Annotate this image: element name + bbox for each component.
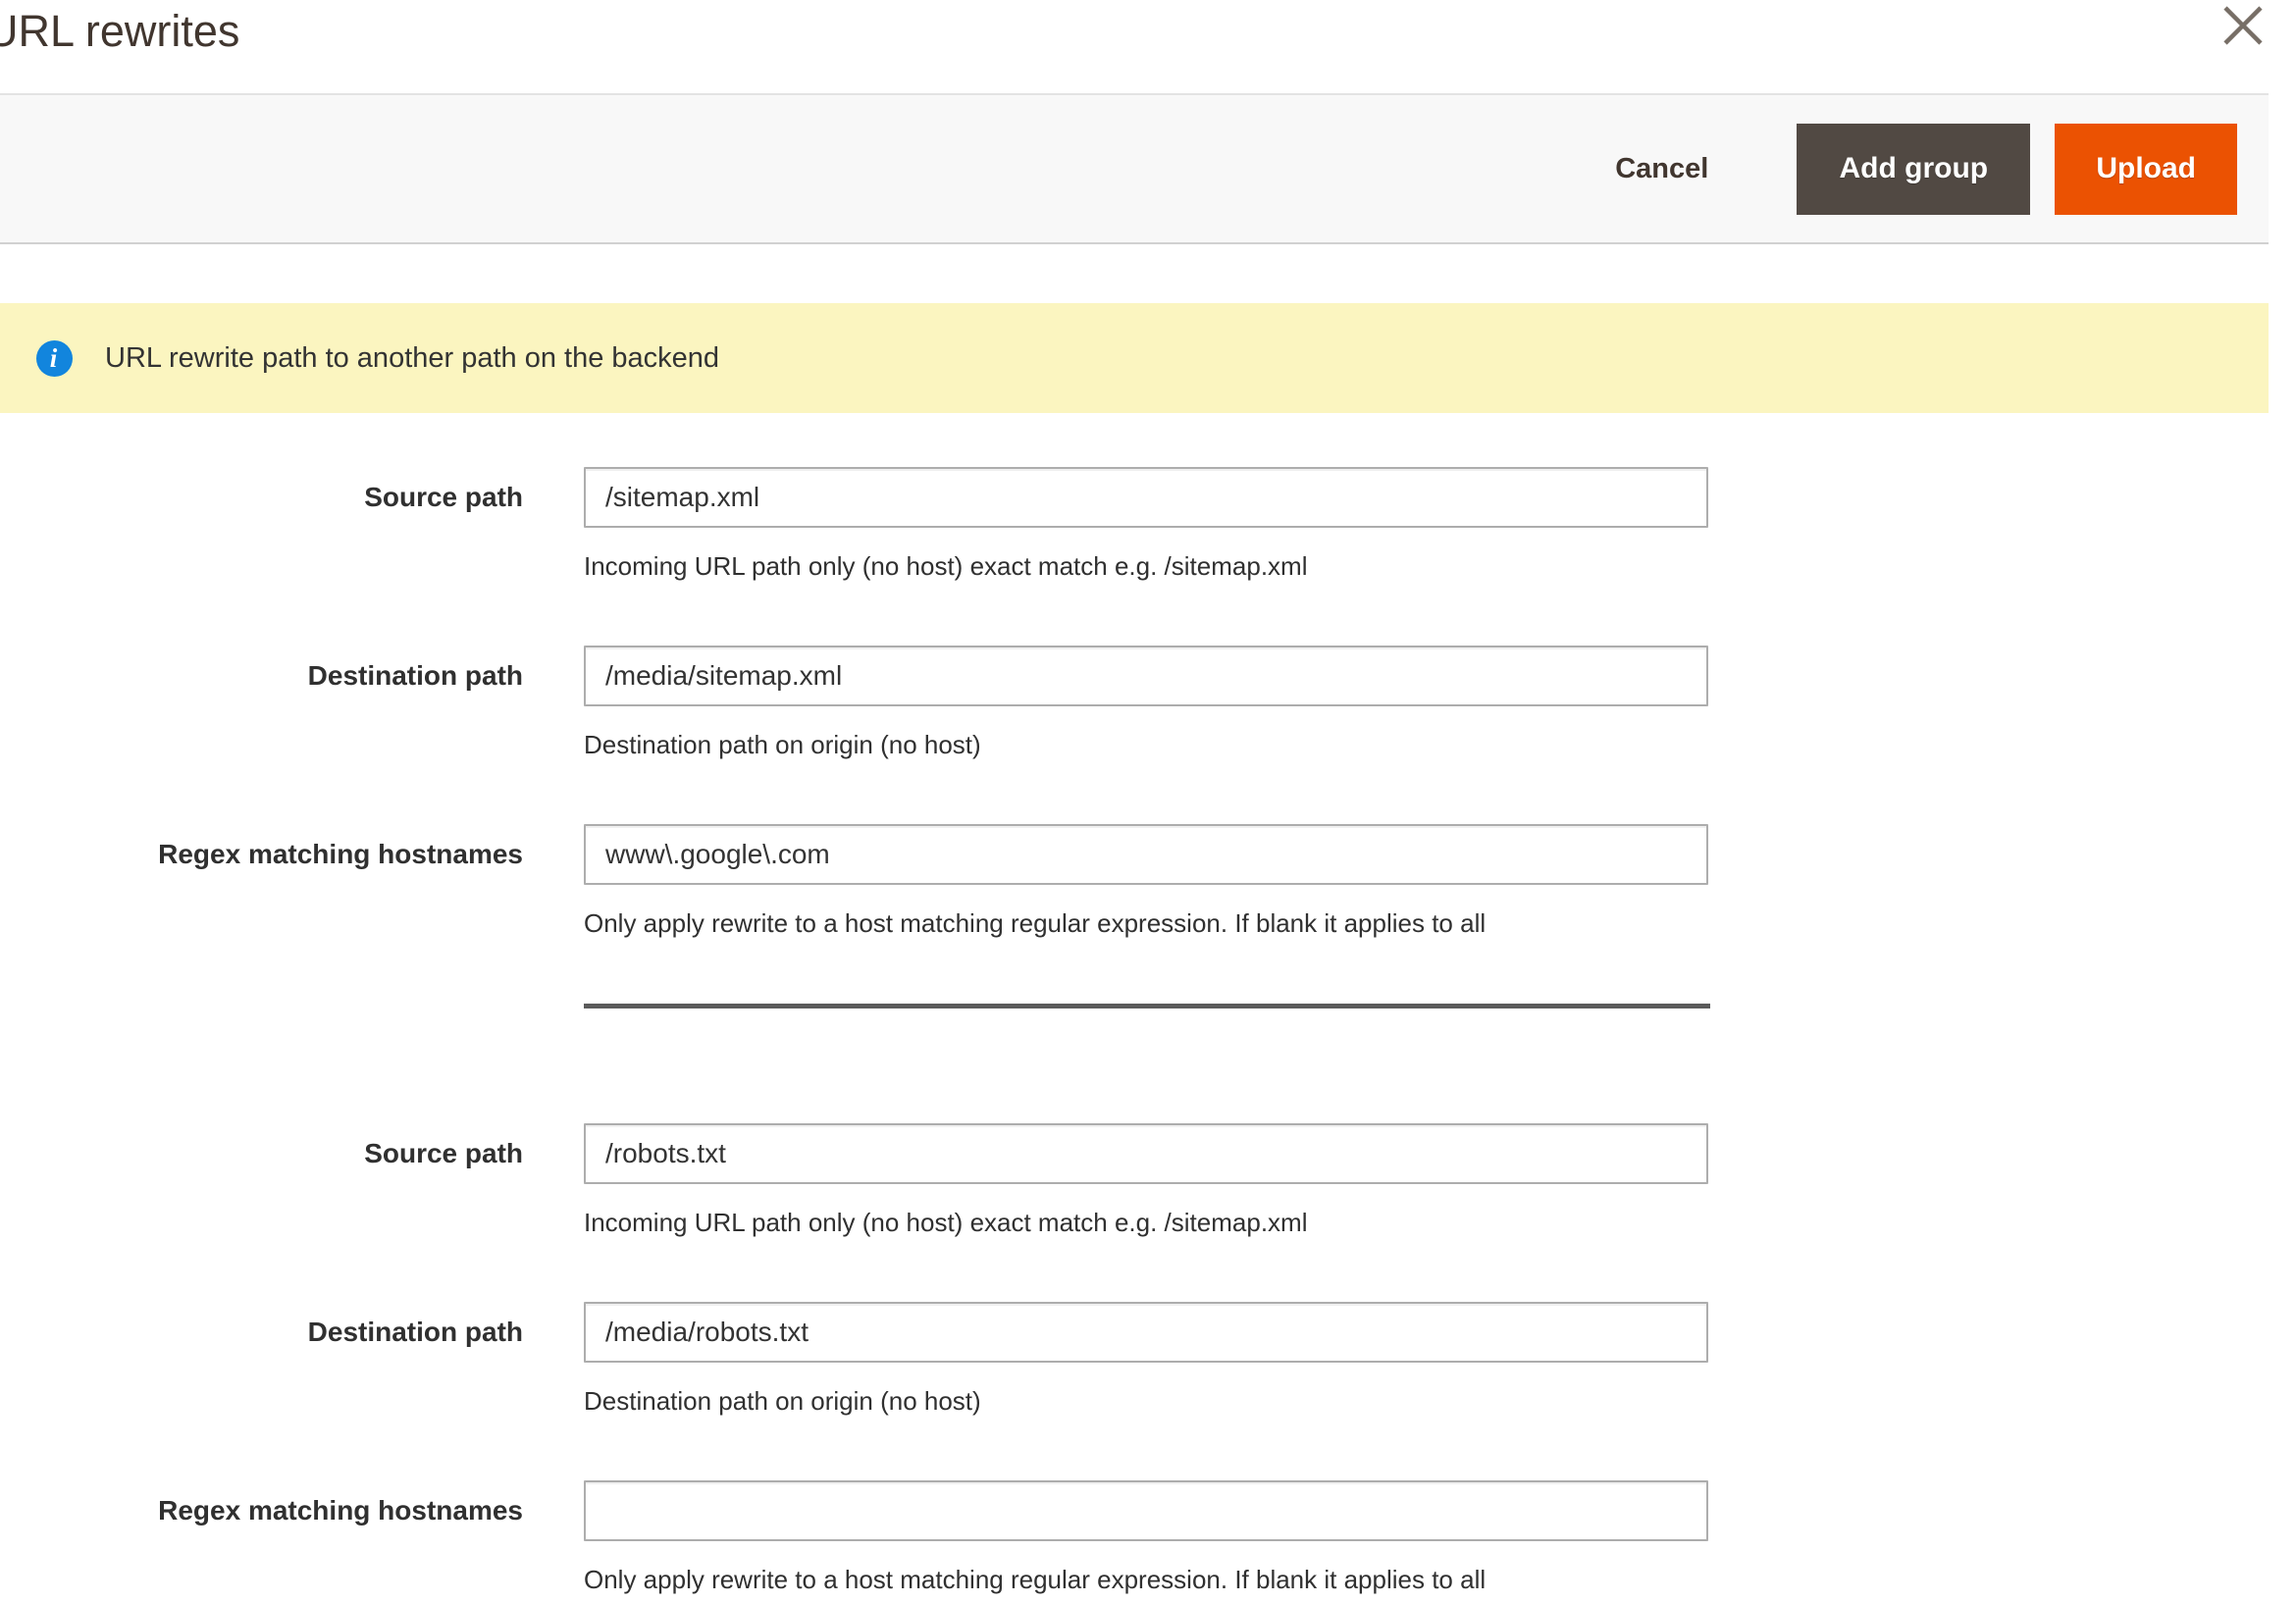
add-group-button[interactable]: Add group <box>1797 123 2031 215</box>
regex-hostnames-label: Regex matching hostnames <box>158 839 523 869</box>
close-icon <box>2223 6 2263 45</box>
field-control: Only apply rewrite to a host matching re… <box>584 824 1708 938</box>
regex-hostnames-input[interactable] <box>584 1480 1708 1541</box>
source-path-hint: Incoming URL path only (no host) exact m… <box>584 1208 1308 1237</box>
field-control: Destination path on origin (no host) <box>584 646 1708 759</box>
form-row-regex-hostnames: Regex matching hostnames Only apply rewr… <box>0 824 2296 938</box>
modal-header: URL rewrites <box>0 0 2296 93</box>
destination-path-hint: Destination path on origin (no host) <box>584 730 981 759</box>
form-row-destination-path: Destination path Destination path on ori… <box>0 1302 2296 1416</box>
info-banner-text: URL rewrite path to another path on the … <box>105 341 720 374</box>
source-path-label: Source path <box>364 1138 523 1168</box>
form-row-source-path: Source path Incoming URL path only (no h… <box>0 467 2296 581</box>
field-control: Incoming URL path only (no host) exact m… <box>584 1123 1708 1237</box>
destination-path-label: Destination path <box>307 1317 523 1347</box>
field-control: Only apply rewrite to a host matching re… <box>584 1480 1708 1594</box>
info-banner: i URL rewrite path to another path on th… <box>0 303 2269 413</box>
field-control: Incoming URL path only (no host) exact m… <box>584 467 1708 581</box>
source-path-input[interactable] <box>584 467 1708 528</box>
rewrite-group: Source path Incoming URL path only (no h… <box>0 1123 2296 1594</box>
close-button[interactable] <box>2219 2 2267 49</box>
destination-path-hint: Destination path on origin (no host) <box>584 1386 981 1416</box>
rewrite-group: Source path Incoming URL path only (no h… <box>0 467 2296 938</box>
destination-path-input[interactable] <box>584 1302 1708 1363</box>
regex-hostnames-hint: Only apply rewrite to a host matching re… <box>584 1565 1487 1594</box>
modal-toolbar: Cancel Add group Upload <box>0 93 2269 244</box>
destination-path-label: Destination path <box>307 660 523 691</box>
form-row-source-path: Source path Incoming URL path only (no h… <box>0 1123 2296 1237</box>
destination-path-input[interactable] <box>584 646 1708 706</box>
cancel-button[interactable]: Cancel <box>1615 153 1708 185</box>
regex-hostnames-label: Regex matching hostnames <box>158 1495 523 1525</box>
source-path-label: Source path <box>364 482 523 512</box>
form-row-destination-path: Destination path Destination path on ori… <box>0 646 2296 759</box>
upload-button[interactable]: Upload <box>2055 123 2237 215</box>
group-divider <box>584 1004 1710 1008</box>
regex-hostnames-input[interactable] <box>584 824 1708 885</box>
regex-hostnames-hint: Only apply rewrite to a host matching re… <box>584 908 1487 938</box>
form-row-regex-hostnames: Regex matching hostnames Only apply rewr… <box>0 1480 2296 1594</box>
url-rewrites-form: Source path Incoming URL path only (no h… <box>0 467 2296 1594</box>
info-icon: i <box>36 339 73 377</box>
source-path-input[interactable] <box>584 1123 1708 1184</box>
page-title: URL rewrites <box>0 6 240 56</box>
field-control: Destination path on origin (no host) <box>584 1302 1708 1416</box>
source-path-hint: Incoming URL path only (no host) exact m… <box>584 551 1308 581</box>
